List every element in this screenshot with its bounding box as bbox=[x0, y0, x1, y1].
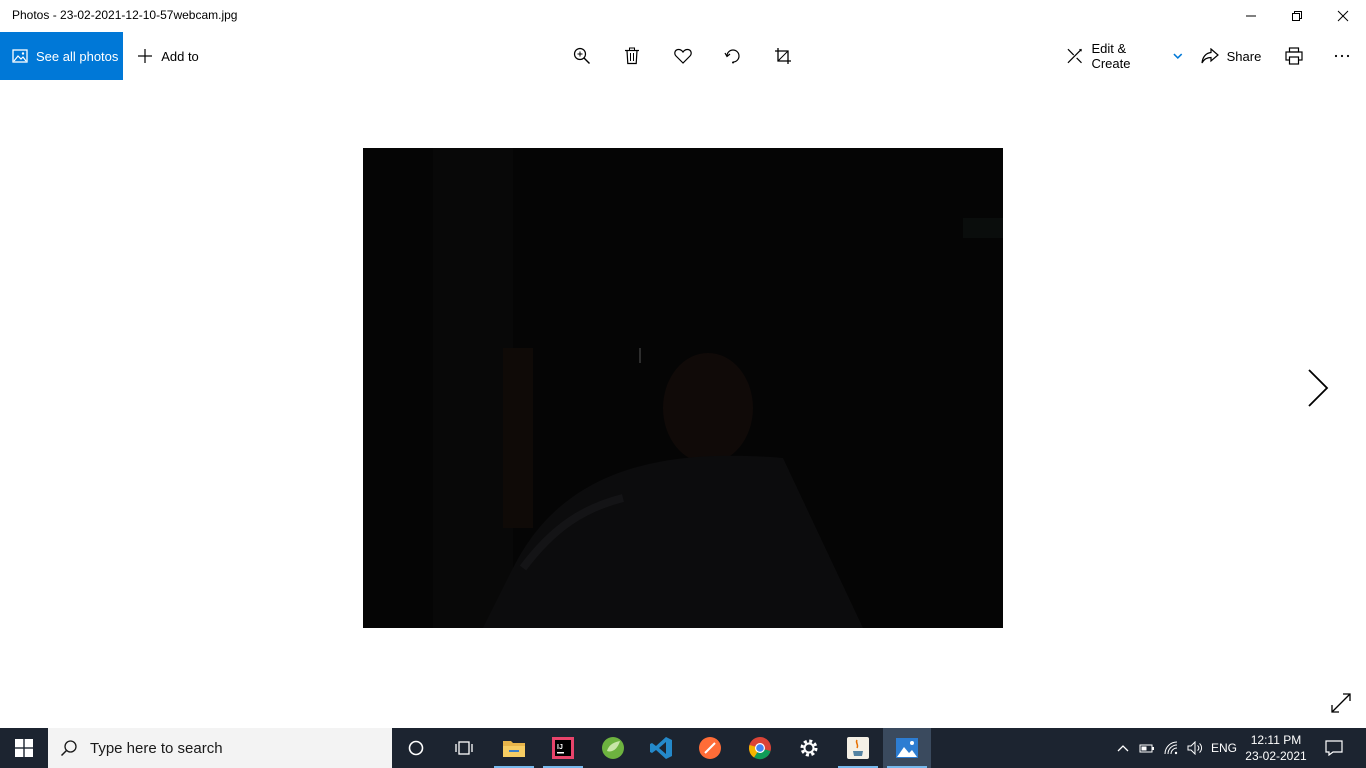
clock-date: 23-02-2021 bbox=[1245, 749, 1307, 763]
photos-icon bbox=[12, 49, 28, 63]
edit-create-label: Edit & Create bbox=[1091, 41, 1131, 71]
print-icon bbox=[1285, 47, 1303, 65]
plus-icon bbox=[138, 49, 153, 63]
minimize-icon bbox=[1246, 15, 1256, 17]
taskbar-java[interactable] bbox=[834, 728, 882, 768]
print-button[interactable] bbox=[1274, 32, 1314, 80]
task-view-button[interactable] bbox=[440, 728, 488, 768]
share-label: Share bbox=[1226, 48, 1262, 64]
vscode-icon bbox=[650, 737, 672, 759]
taskbar-spring[interactable] bbox=[589, 728, 637, 768]
taskbar-photos[interactable] bbox=[883, 728, 931, 768]
fullscreen-button[interactable] bbox=[1330, 692, 1354, 716]
battery-icon bbox=[1139, 744, 1154, 753]
action-center-button[interactable] bbox=[1318, 728, 1350, 768]
file-explorer-icon bbox=[503, 741, 525, 757]
language-indicator[interactable]: ENG bbox=[1208, 728, 1240, 768]
add-to-button[interactable]: Add to bbox=[133, 32, 203, 80]
zoom-button[interactable] bbox=[562, 32, 602, 80]
edit-create-icon bbox=[1067, 48, 1082, 64]
crop-icon bbox=[775, 48, 791, 64]
cortana-icon bbox=[408, 740, 424, 756]
intellij-icon: IJ bbox=[552, 737, 574, 759]
close-button[interactable] bbox=[1320, 0, 1366, 32]
rotate-icon bbox=[724, 49, 740, 64]
close-icon bbox=[1337, 10, 1349, 22]
taskbar-intellij[interactable]: IJ bbox=[539, 728, 587, 768]
taskbar: Type here to search IJ ENG 12:11 PM 23-0… bbox=[0, 728, 1366, 768]
volume-button[interactable] bbox=[1184, 728, 1208, 768]
chevron-down-icon bbox=[1173, 53, 1183, 60]
delete-button[interactable] bbox=[612, 32, 652, 80]
taskbar-search[interactable]: Type here to search bbox=[48, 728, 392, 768]
photo-viewer bbox=[0, 80, 1366, 728]
taskbar-file-explorer[interactable] bbox=[490, 728, 538, 768]
chevron-up-icon bbox=[1117, 745, 1129, 752]
share-icon bbox=[1201, 48, 1219, 64]
zoom-in-icon bbox=[573, 47, 590, 64]
windows-icon bbox=[15, 739, 33, 757]
language-label: ENG bbox=[1210, 741, 1237, 755]
favorite-button[interactable] bbox=[663, 32, 703, 80]
taskbar-postman[interactable] bbox=[686, 728, 734, 768]
edit-create-button[interactable]: Edit & Create bbox=[1066, 32, 1184, 80]
see-all-photos-button[interactable]: See all photos bbox=[0, 32, 123, 80]
volume-icon bbox=[1187, 741, 1202, 755]
crop-button[interactable] bbox=[763, 32, 803, 80]
more-icon bbox=[1334, 54, 1350, 58]
postman-icon bbox=[699, 737, 721, 759]
toolbar: See all photos Add to Edit & Create Shar… bbox=[0, 32, 1366, 80]
share-button[interactable]: Share bbox=[1200, 32, 1262, 80]
webcam-photo bbox=[363, 148, 1003, 628]
notification-icon bbox=[1325, 740, 1343, 756]
search-icon bbox=[60, 740, 77, 757]
restore-icon bbox=[1292, 11, 1302, 21]
delete-icon bbox=[625, 47, 639, 65]
wifi-icon bbox=[1164, 741, 1178, 755]
chrome-icon bbox=[748, 737, 771, 760]
favorite-icon bbox=[674, 48, 692, 64]
more-options-button[interactable] bbox=[1322, 32, 1362, 80]
svg-text:IJ: IJ bbox=[557, 744, 563, 751]
clock-time: 12:11 PM bbox=[1250, 733, 1302, 747]
see-all-photos-label: See all photos bbox=[36, 48, 119, 64]
title-bar: Photos - 23-02-2021-12-10-57webcam.jpg bbox=[0, 0, 1366, 32]
photo-image bbox=[363, 148, 1003, 628]
battery-button[interactable] bbox=[1136, 728, 1158, 768]
chevron-right-icon bbox=[1308, 369, 1329, 407]
search-placeholder: Type here to search bbox=[90, 739, 223, 757]
taskbar-clock[interactable]: 12:11 PM 23-02-2021 bbox=[1240, 728, 1312, 768]
photos-icon bbox=[896, 738, 918, 758]
restore-button[interactable] bbox=[1274, 0, 1320, 32]
taskbar-vscode[interactable] bbox=[637, 728, 685, 768]
java-icon bbox=[847, 737, 869, 759]
minimize-button[interactable] bbox=[1228, 0, 1274, 32]
task-view-icon bbox=[455, 741, 473, 755]
rotate-button[interactable] bbox=[713, 32, 753, 80]
show-hidden-icons-button[interactable] bbox=[1112, 728, 1134, 768]
spring-icon bbox=[602, 737, 624, 759]
window-title: Photos - 23-02-2021-12-10-57webcam.jpg bbox=[12, 8, 238, 22]
next-photo-button[interactable] bbox=[1296, 366, 1340, 410]
settings-icon bbox=[800, 739, 818, 757]
cortana-button[interactable] bbox=[392, 728, 440, 768]
network-button[interactable] bbox=[1160, 728, 1184, 768]
fullscreen-icon bbox=[1331, 693, 1351, 713]
taskbar-settings[interactable] bbox=[785, 728, 833, 768]
taskbar-chrome[interactable] bbox=[736, 728, 784, 768]
start-button[interactable] bbox=[0, 728, 48, 768]
add-to-label: Add to bbox=[161, 48, 199, 64]
